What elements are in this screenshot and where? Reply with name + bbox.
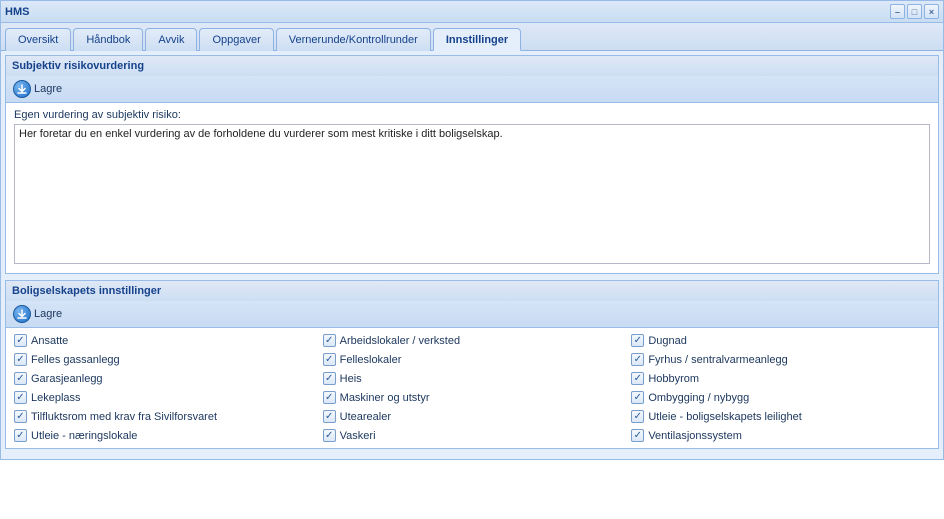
checkbox-label: Garasjeanlegg [31, 373, 103, 385]
checkbox-item: ✓ Fyrhus / sentralvarmeanlegg [631, 353, 930, 366]
checkbox-label: Arbeidslokaler / verksted [340, 335, 460, 347]
checkbox[interactable]: ✓ [14, 429, 27, 442]
checkbox-label: Felleslokaler [340, 354, 402, 366]
checkbox-label: Utearealer [340, 411, 391, 423]
window: HMS – □ × OversiktHåndbokAvvikOppgaverVe… [0, 0, 944, 460]
save-icon [13, 305, 31, 323]
checkbox[interactable]: ✓ [14, 353, 27, 366]
tab-avvik[interactable]: Avvik [145, 28, 197, 51]
checkbox-item: ✓ Maskiner og utstyr [323, 391, 622, 404]
checkbox-label: Lekeplass [31, 392, 81, 404]
maximize-button[interactable]: □ [907, 4, 922, 19]
checkbox-label: Fyrhus / sentralvarmeanlegg [648, 354, 787, 366]
tab-oppgaver[interactable]: Oppgaver [199, 28, 273, 51]
checkbox[interactable]: ✓ [323, 372, 336, 385]
checkbox-label: Ansatte [31, 335, 68, 347]
checkbox[interactable]: ✓ [631, 372, 644, 385]
window-title: HMS [5, 6, 890, 18]
checkbox-label: Ombygging / nybygg [648, 392, 749, 404]
titlebar-buttons: – □ × [890, 4, 939, 19]
checkbox-label: Felles gassanlegg [31, 354, 120, 366]
checkbox[interactable]: ✓ [631, 410, 644, 423]
tab-content: Subjektiv risikovurdering Lagre Egen vur… [1, 51, 943, 459]
checkbox[interactable]: ✓ [14, 391, 27, 404]
checkbox[interactable]: ✓ [14, 334, 27, 347]
checkbox-label: Utleie - boligselskapets leilighet [648, 411, 801, 423]
checkbox[interactable]: ✓ [323, 429, 336, 442]
checkbox-label: Hobbyrom [648, 373, 699, 385]
tab-vernerunde-kontrollrunder[interactable]: Vernerunde/Kontrollrunder [276, 28, 431, 51]
risk-textarea[interactable] [14, 124, 930, 264]
panel-settings: Boligselskapets innstillinger Lagre ✓ Ans… [5, 280, 939, 449]
close-button[interactable]: × [924, 4, 939, 19]
checkbox-item: ✓ Tilfluktsrom med krav fra Sivilforsvare… [14, 410, 313, 423]
tabstrip: OversiktHåndbokAvvikOppgaverVernerunde/K… [1, 23, 943, 51]
panel-risk-toolbar: Lagre [5, 76, 939, 102]
checkbox-item: ✓ Utearealer [323, 410, 622, 423]
checkbox-item: ✓ Ansatte [14, 334, 313, 347]
checkbox[interactable]: ✓ [323, 353, 336, 366]
tab-h-ndbok[interactable]: Håndbok [73, 28, 143, 51]
panel-risk-assessment: Subjektiv risikovurdering Lagre Egen vur… [5, 55, 939, 274]
checkbox-item: ✓ Arbeidslokaler / verksted [323, 334, 622, 347]
tab-oversikt[interactable]: Oversikt [5, 28, 71, 51]
save-button-risk-label: Lagre [34, 83, 62, 95]
checkbox-item: ✓ Felles gassanlegg [14, 353, 313, 366]
checkbox-item: ✓ Vaskeri [323, 429, 622, 442]
checkbox[interactable]: ✓ [14, 372, 27, 385]
save-button-settings[interactable]: Lagre [10, 304, 65, 324]
save-button-settings-label: Lagre [34, 308, 62, 320]
panel-risk-header: Subjektiv risikovurdering [5, 55, 939, 76]
checkbox-item: ✓ Heis [323, 372, 622, 385]
checkbox[interactable]: ✓ [631, 391, 644, 404]
checkbox-label: Heis [340, 373, 362, 385]
checkbox[interactable]: ✓ [323, 334, 336, 347]
panel-settings-header: Boligselskapets innstillinger [5, 280, 939, 301]
panel-settings-toolbar: Lagre [5, 301, 939, 327]
checkbox[interactable]: ✓ [631, 334, 644, 347]
checkbox-item: ✓ Felleslokaler [323, 353, 622, 366]
panel-risk-body: Egen vurdering av subjektiv risiko: [5, 102, 939, 274]
checkbox-item: ✓ Garasjeanlegg [14, 372, 313, 385]
checkbox-label: Vaskeri [340, 430, 376, 442]
checkbox-label: Maskiner og utstyr [340, 392, 430, 404]
tab-innstillinger[interactable]: Innstillinger [433, 28, 521, 51]
checkbox-item: ✓ Ventilasjonssystem [631, 429, 930, 442]
checkbox-item: ✓ Ombygging / nybygg [631, 391, 930, 404]
checkbox-item: ✓ Hobbyrom [631, 372, 930, 385]
checkbox-label: Tilfluktsrom med krav fra Sivilforsvaret [31, 411, 217, 423]
save-button-risk[interactable]: Lagre [10, 79, 65, 99]
checkbox[interactable]: ✓ [631, 429, 644, 442]
risk-field-label: Egen vurdering av subjektiv risiko: [14, 109, 930, 121]
checkbox-item: ✓ Dugnad [631, 334, 930, 347]
save-icon [13, 80, 31, 98]
checkbox-grid: ✓ Ansatte ✓ Arbeidslokaler / verksted ✓ Dugna… [14, 334, 930, 442]
minimize-button[interactable]: – [890, 4, 905, 19]
checkbox[interactable]: ✓ [14, 410, 27, 423]
checkbox-label: Dugnad [648, 335, 687, 347]
checkbox-item: ✓ Utleie - næringslokale [14, 429, 313, 442]
checkbox-label: Utleie - næringslokale [31, 430, 137, 442]
checkbox[interactable]: ✓ [323, 391, 336, 404]
checkbox-item: ✓ Utleie - boligselskapets leilighet [631, 410, 930, 423]
checkbox[interactable]: ✓ [323, 410, 336, 423]
panel-settings-body: ✓ Ansatte ✓ Arbeidslokaler / verksted ✓ Dugna… [5, 327, 939, 449]
checkbox-label: Ventilasjonssystem [648, 430, 742, 442]
titlebar: HMS – □ × [1, 1, 943, 23]
checkbox[interactable]: ✓ [631, 353, 644, 366]
checkbox-item: ✓ Lekeplass [14, 391, 313, 404]
